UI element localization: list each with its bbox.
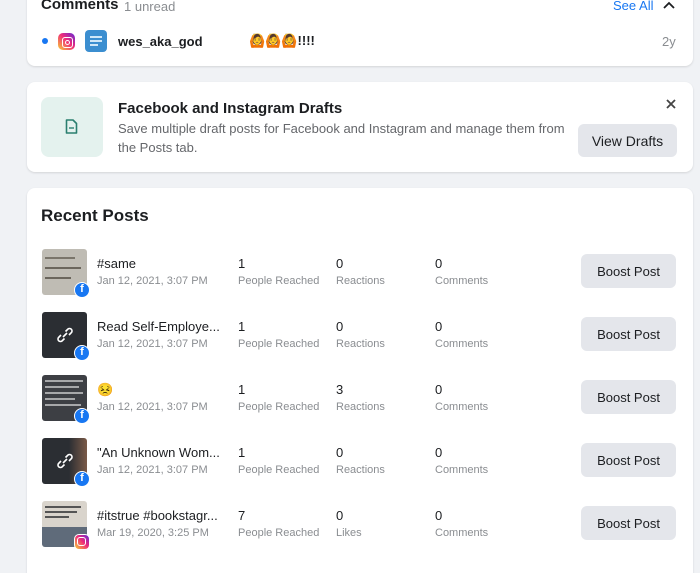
drafts-title: Facebook and Instagram Drafts — [118, 100, 343, 117]
post-row[interactable]: f "An Unknown Wom... Jan 12, 2021, 3:07 … — [27, 438, 693, 488]
post-date: Jan 12, 2021, 3:07 PM — [97, 338, 208, 350]
facebook-icon: f — [74, 408, 90, 424]
comments-title: Comments — [41, 0, 119, 13]
reactions-value: 0 — [336, 445, 344, 460]
comments-value: 0 — [435, 382, 443, 397]
post-row[interactable]: #itstrue #bookstagr... Mar 19, 2020, 3:2… — [27, 501, 693, 551]
likes-value: 0 — [336, 508, 344, 523]
reach-value: 7 — [238, 508, 246, 523]
avatar — [85, 30, 107, 52]
recent-posts-card: Recent Posts f #same Jan 12, 2021, 3:07 … — [27, 188, 693, 573]
drafts-card: Facebook and Instagram Drafts Save multi… — [27, 82, 693, 172]
document-icon — [65, 119, 78, 134]
post-date: Jan 12, 2021, 3:07 PM — [97, 464, 208, 476]
boost-post-button[interactable]: Boost Post — [581, 380, 676, 414]
instagram-icon — [74, 534, 90, 550]
comment-time: 2y — [662, 34, 676, 49]
link-icon — [57, 327, 73, 343]
comments-label: Comments — [435, 464, 489, 476]
unread-dot-icon — [42, 38, 48, 44]
comment-username: wes_aka_god — [118, 34, 203, 49]
post-title: Read Self-Employe... — [97, 319, 220, 334]
post-title: #itstrue #bookstagr... — [97, 508, 218, 523]
boost-post-button[interactable]: Boost Post — [581, 254, 676, 288]
comments-value: 0 — [435, 256, 443, 271]
boost-post-button[interactable]: Boost Post — [581, 443, 676, 477]
post-date: Jan 12, 2021, 3:07 PM — [97, 275, 208, 287]
reactions-value: 0 — [336, 256, 344, 271]
reach-value: 1 — [238, 256, 246, 271]
close-icon[interactable] — [665, 98, 677, 110]
likes-label: Likes — [336, 527, 362, 539]
reactions-label: Reactions — [336, 401, 385, 413]
comments-label: Comments — [435, 275, 489, 287]
link-icon — [57, 453, 73, 469]
post-title: #same — [97, 256, 137, 271]
post-date: Jan 12, 2021, 3:07 PM — [97, 401, 208, 413]
unread-count: 1 unread — [124, 0, 176, 14]
drafts-description: Save multiple draft posts for Facebook a… — [118, 121, 565, 155]
reach-value: 1 — [238, 445, 246, 460]
post-row[interactable]: f Read Self-Employe... Jan 12, 2021, 3:0… — [27, 312, 693, 362]
post-row[interactable]: f 😣 Jan 12, 2021, 3:07 PM 1 People Reach… — [27, 375, 693, 425]
comments-label: Comments — [435, 401, 489, 413]
facebook-icon: f — [74, 282, 90, 298]
boost-post-button[interactable]: Boost Post — [581, 317, 676, 351]
facebook-icon: f — [74, 471, 90, 487]
post-title: 😣 — [97, 382, 114, 397]
reach-label: People Reached — [238, 464, 320, 476]
comments-card: Comments 1 unread See All wes_aka_god 🙆🙆… — [27, 0, 693, 66]
view-drafts-button[interactable]: View Drafts — [578, 124, 677, 157]
reach-label: People Reached — [238, 275, 320, 287]
reach-label: People Reached — [238, 338, 320, 350]
post-title: "An Unknown Wom... — [97, 445, 220, 460]
comment-text: 🙆🙆🙆!!!! — [249, 33, 315, 48]
boost-post-button[interactable]: Boost Post — [581, 506, 676, 540]
comments-value: 0 — [435, 445, 443, 460]
facebook-icon: f — [74, 345, 90, 361]
reactions-label: Reactions — [336, 275, 385, 287]
reach-label: People Reached — [238, 527, 320, 539]
reach-label: People Reached — [238, 401, 320, 413]
reactions-label: Reactions — [336, 338, 385, 350]
post-row[interactable]: f #same Jan 12, 2021, 3:07 PM 1 People R… — [27, 249, 693, 299]
reactions-label: Reactions — [336, 464, 385, 476]
reactions-value: 3 — [336, 382, 344, 397]
post-date: Mar 19, 2020, 3:25 PM — [97, 527, 209, 539]
comments-label: Comments — [435, 527, 489, 539]
reach-value: 1 — [238, 319, 246, 334]
comments-value: 0 — [435, 319, 443, 334]
reactions-value: 0 — [336, 319, 344, 334]
chevron-up-icon[interactable] — [663, 0, 675, 10]
see-all-link[interactable]: See All — [613, 0, 653, 13]
reach-value: 1 — [238, 382, 246, 397]
recent-posts-title: Recent Posts — [41, 206, 149, 225]
comments-value: 0 — [435, 508, 443, 523]
comments-label: Comments — [435, 338, 489, 350]
drafts-icon-box — [41, 97, 103, 157]
instagram-icon — [58, 33, 75, 50]
